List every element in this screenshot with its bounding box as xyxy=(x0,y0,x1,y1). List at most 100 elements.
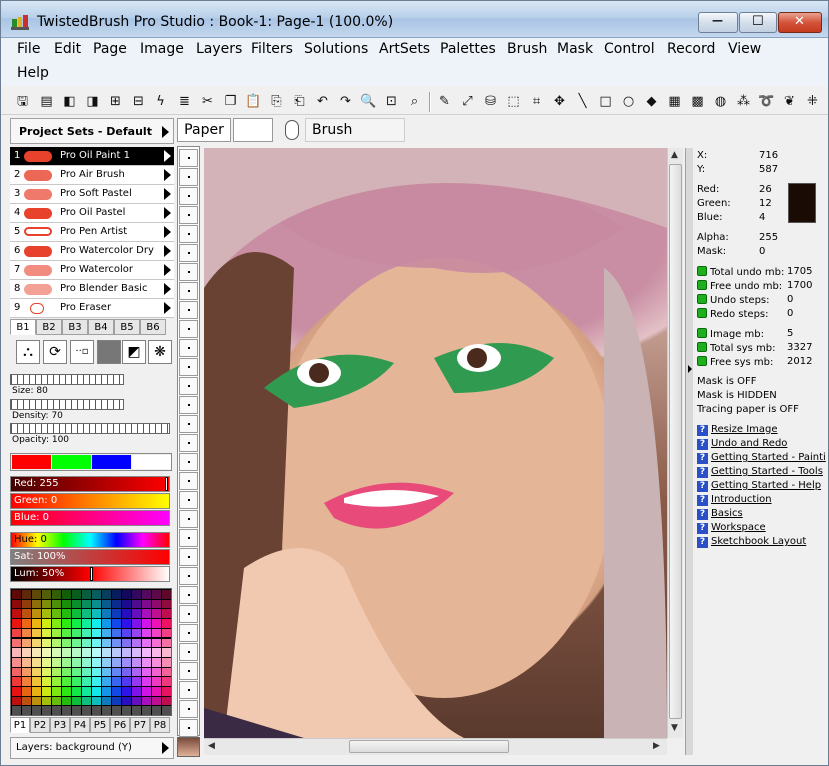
palette-cell[interactable] xyxy=(102,638,111,648)
palette-cell[interactable] xyxy=(32,667,41,677)
scroll-left-icon[interactable]: ◀ xyxy=(208,741,215,751)
zoom-icon[interactable]: 🔍 xyxy=(360,93,377,110)
palette-cell[interactable] xyxy=(62,628,71,638)
help-link-basics[interactable]: ? Basics xyxy=(697,508,743,520)
project-sets-header[interactable]: Project Sets - Default xyxy=(10,118,174,144)
quick-slot-button[interactable] xyxy=(179,510,198,528)
palette-cell[interactable] xyxy=(12,667,21,677)
palette-cell[interactable] xyxy=(152,638,161,648)
palette-cell[interactable] xyxy=(112,657,121,667)
palette-cell[interactable] xyxy=(132,599,141,609)
palette-cell[interactable] xyxy=(142,609,151,619)
help-link-getting-started-painting[interactable]: ? Getting Started - Painti xyxy=(697,452,826,464)
palette-cell[interactable] xyxy=(72,706,81,716)
palette-cell[interactable] xyxy=(42,609,51,619)
palette-cell[interactable] xyxy=(72,638,81,648)
lum-bar[interactable]: Lum: 50% xyxy=(10,566,170,582)
palette-cell[interactable] xyxy=(92,648,101,657)
palette-cell[interactable] xyxy=(62,638,71,648)
palette-cell[interactable] xyxy=(52,687,61,696)
quick-slot-button[interactable] xyxy=(179,681,198,699)
copy-icon[interactable]: ❐ xyxy=(222,93,239,110)
palette-cell[interactable] xyxy=(72,687,81,696)
painting-canvas[interactable] xyxy=(204,148,667,738)
palette-cell[interactable] xyxy=(92,696,101,706)
scroll-down-icon[interactable]: ▼ xyxy=(671,723,678,733)
palette-cell[interactable] xyxy=(12,590,21,599)
wand-icon[interactable]: ⁂ xyxy=(735,93,752,110)
palette-cell[interactable] xyxy=(82,619,91,628)
palette-cell[interactable] xyxy=(142,677,151,686)
palette-cell[interactable] xyxy=(132,667,141,677)
palette-cell[interactable] xyxy=(72,696,81,706)
palette-cell[interactable] xyxy=(162,609,171,619)
brush-icon[interactable]: ✎ xyxy=(436,93,453,110)
quick-slot-button[interactable] xyxy=(179,472,198,490)
palette-cell[interactable] xyxy=(152,657,161,667)
palette-cell[interactable] xyxy=(72,609,81,619)
palette-cell[interactable] xyxy=(82,609,91,619)
quick-slot-button[interactable] xyxy=(179,225,198,243)
palette-cell[interactable] xyxy=(152,667,161,677)
palette-cell[interactable] xyxy=(22,706,31,716)
tab-b5[interactable]: B5 xyxy=(114,319,140,335)
palette-cell[interactable] xyxy=(72,599,81,609)
palette-cell[interactable] xyxy=(122,590,131,599)
palette-cell[interactable] xyxy=(92,599,101,609)
palette-cell[interactable] xyxy=(142,619,151,628)
palette-cell[interactable] xyxy=(22,590,31,599)
palette-cell[interactable] xyxy=(122,609,131,619)
palette-cell[interactable] xyxy=(152,648,161,657)
palette-cell[interactable] xyxy=(12,599,21,609)
tab-b2[interactable]: B2 xyxy=(36,319,62,335)
palette-cell[interactable] xyxy=(142,590,151,599)
quick-slot-button[interactable] xyxy=(179,320,198,338)
brush-slot-7[interactable]: 7 Pro Watercolor xyxy=(10,261,174,280)
palette-cell[interactable] xyxy=(12,696,21,706)
palette-cell[interactable] xyxy=(112,590,121,599)
palette-cell[interactable] xyxy=(142,706,151,716)
palette-cell[interactable] xyxy=(92,667,101,677)
quick-slot-button[interactable] xyxy=(179,491,198,509)
palette-cell[interactable] xyxy=(92,677,101,686)
quick-slot-button[interactable] xyxy=(179,624,198,642)
quick-slot-button[interactable] xyxy=(179,396,198,414)
palette-cell[interactable] xyxy=(122,657,131,667)
palette-cell[interactable] xyxy=(82,706,91,716)
palette-cell[interactable] xyxy=(62,648,71,657)
paste-icon[interactable]: 📋 xyxy=(245,93,262,110)
opacity-slider[interactable] xyxy=(10,423,170,434)
palette-cell[interactable] xyxy=(112,696,121,706)
page-add-icon[interactable]: ⊞ xyxy=(107,93,124,110)
scissors-icon[interactable]: ✂ xyxy=(199,93,216,110)
redo-icon[interactable]: ↷ xyxy=(337,93,354,110)
palette-cell[interactable] xyxy=(52,667,61,677)
palette-cell[interactable] xyxy=(142,667,151,677)
brush-settings-icon[interactable]: ⛬ xyxy=(16,340,40,364)
horizontal-scroll-thumb[interactable] xyxy=(349,740,509,753)
menu-edit[interactable]: Edit xyxy=(54,41,81,57)
page-remove-icon[interactable]: ⊟ xyxy=(130,93,147,110)
magnifier-icon[interactable]: ⌕ xyxy=(406,93,423,110)
palette-cell[interactable] xyxy=(62,706,71,716)
quick-slot-button[interactable] xyxy=(179,415,198,433)
quick-slot-button[interactable] xyxy=(179,168,198,186)
palette-cell[interactable] xyxy=(22,638,31,648)
help-link-getting-started-tools[interactable]: ? Getting Started - Tools xyxy=(697,466,823,478)
palette-cell[interactable] xyxy=(32,609,41,619)
palette-cell[interactable] xyxy=(82,687,91,696)
palette-cell[interactable] xyxy=(82,667,91,677)
palette-cell[interactable] xyxy=(52,657,61,667)
palette-cell[interactable] xyxy=(62,599,71,609)
palette-cell[interactable] xyxy=(22,599,31,609)
color-palette-grid[interactable] xyxy=(10,588,172,716)
palette-cell[interactable] xyxy=(12,648,21,657)
color-swatch-blue[interactable] xyxy=(92,455,131,469)
ellipse-icon[interactable]: ○ xyxy=(620,93,637,110)
palette-cell[interactable] xyxy=(162,706,171,716)
palette-cell[interactable] xyxy=(112,706,121,716)
brush-color-icon[interactable]: ◩ xyxy=(122,340,146,364)
palette-cell[interactable] xyxy=(42,619,51,628)
palette-cell[interactable] xyxy=(52,628,61,638)
palette-cell[interactable] xyxy=(122,677,131,686)
